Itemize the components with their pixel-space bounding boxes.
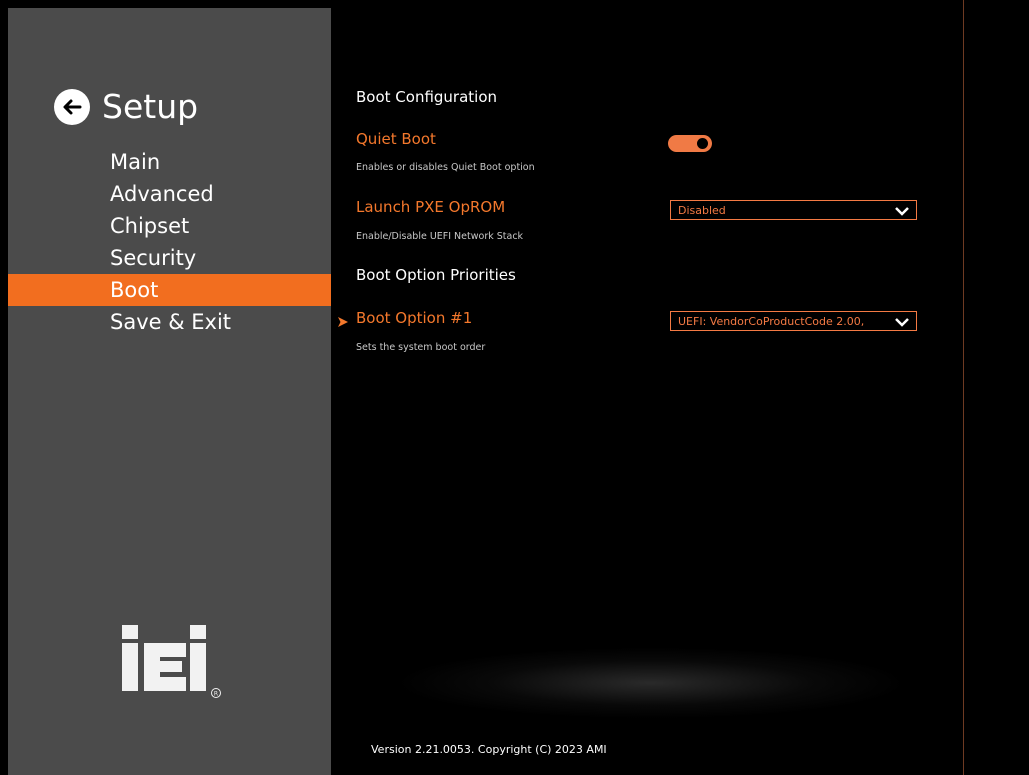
sidebar-item-boot[interactable]: Boot — [8, 274, 331, 306]
launch-pxe-oprom-help: Enable/Disable UEFI Network Stack — [356, 231, 524, 242]
sidebar-item-save-exit[interactable]: Save & Exit — [8, 306, 331, 338]
boot-option-1-help: Sets the system boot order — [356, 342, 486, 353]
triangle-right-icon — [337, 313, 349, 332]
chevron-down-icon — [894, 204, 910, 219]
iei-logo: R — [120, 621, 230, 701]
boot-option-1-value: UEFI: VendorCoProductCode 2.00, — [678, 315, 865, 328]
footer-glow — [401, 648, 901, 718]
quiet-boot-help: Enables or disables Quiet Boot option — [356, 162, 535, 173]
sidebar-item-chipset[interactable]: Chipset — [8, 210, 331, 242]
boot-option-1-label[interactable]: Boot Option #1 — [356, 309, 472, 327]
sidebar-item-security[interactable]: Security — [8, 242, 331, 274]
sidebar-menu: Main Advanced Chipset Security Boot Save… — [8, 146, 331, 338]
arrow-left-icon[interactable] — [54, 88, 90, 125]
chevron-down-icon — [894, 315, 910, 330]
launch-pxe-oprom-value: Disabled — [678, 204, 726, 217]
quiet-boot-toggle[interactable] — [668, 135, 712, 152]
top-band — [0, 0, 963, 8]
quiet-boot-label[interactable]: Quiet Boot — [356, 130, 436, 148]
toggle-knob — [697, 138, 708, 149]
section-boot-option-priorities: Boot Option Priorities — [356, 266, 516, 284]
right-gutter — [963, 0, 1029, 775]
sidebar: Setup Main Advanced Chipset Security Boo… — [8, 8, 331, 775]
boot-option-1-select[interactable]: UEFI: VendorCoProductCode 2.00, — [670, 311, 917, 331]
svg-text:R: R — [214, 691, 218, 698]
sidebar-item-main[interactable]: Main — [8, 146, 331, 178]
main-panel: Boot Configuration Quiet Boot Enables or… — [331, 8, 963, 775]
launch-pxe-oprom-label[interactable]: Launch PXE OpROM — [356, 198, 505, 216]
bios-screen: Setup Main Advanced Chipset Security Boo… — [0, 0, 1029, 775]
setup-title: Setup — [102, 87, 199, 126]
version-text: Version 2.21.0053. Copyright (C) 2023 AM… — [371, 743, 607, 756]
launch-pxe-oprom-select[interactable]: Disabled — [670, 200, 917, 220]
section-boot-configuration: Boot Configuration — [356, 88, 498, 106]
setup-back-button[interactable]: Setup — [54, 87, 198, 126]
sidebar-item-advanced[interactable]: Advanced — [8, 178, 331, 210]
